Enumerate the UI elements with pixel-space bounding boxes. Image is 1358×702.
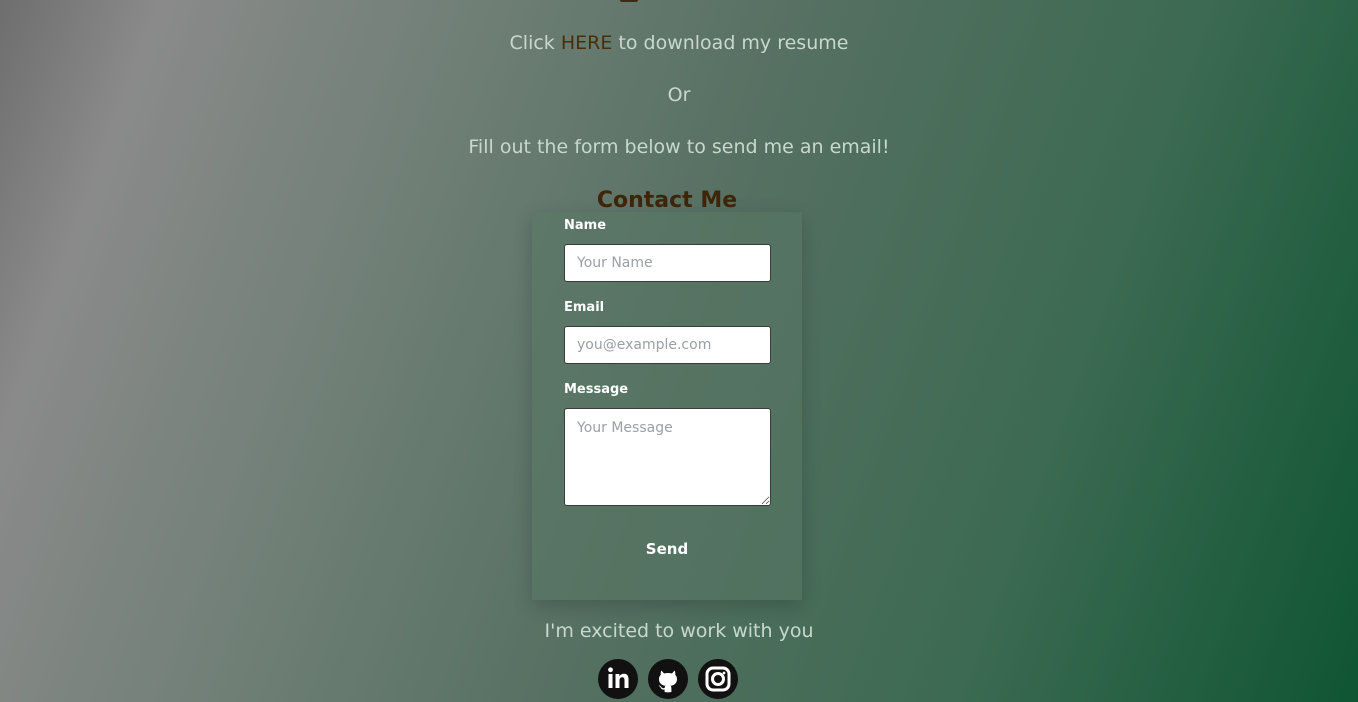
contact-title: Contact Me	[596, 188, 738, 213]
resume-line: Click HERE to download my resume	[0, 31, 1358, 55]
clipped-page-heading	[600, 0, 750, 4]
form-prompt-text: Fill out the form below to send me an em…	[468, 136, 890, 158]
resume-prefix: Click	[509, 32, 561, 54]
github-link[interactable]	[648, 659, 688, 699]
name-label: Name	[564, 218, 607, 233]
linkedin-link[interactable]	[598, 659, 638, 699]
or-text: Or	[667, 84, 691, 106]
clipped-heading-glyph	[620, 0, 638, 2]
message-label: Message	[564, 382, 629, 397]
instagram-icon	[705, 666, 731, 692]
email-label: Email	[564, 300, 605, 315]
send-button[interactable]: Send	[617, 536, 717, 562]
resume-suffix: to download my resume	[612, 32, 849, 54]
social-links	[598, 659, 740, 701]
instagram-link[interactable]	[698, 659, 738, 699]
linkedin-icon	[608, 667, 629, 688]
resume-download-link[interactable]: HERE	[561, 32, 613, 54]
name-input[interactable]	[564, 244, 771, 282]
email-input[interactable]	[564, 326, 771, 364]
contact-form-card: Name Email Message Send	[532, 212, 802, 600]
github-icon	[658, 670, 677, 693]
message-textarea[interactable]	[564, 408, 771, 506]
footer-tagline: I'm excited to work with you	[544, 620, 814, 642]
